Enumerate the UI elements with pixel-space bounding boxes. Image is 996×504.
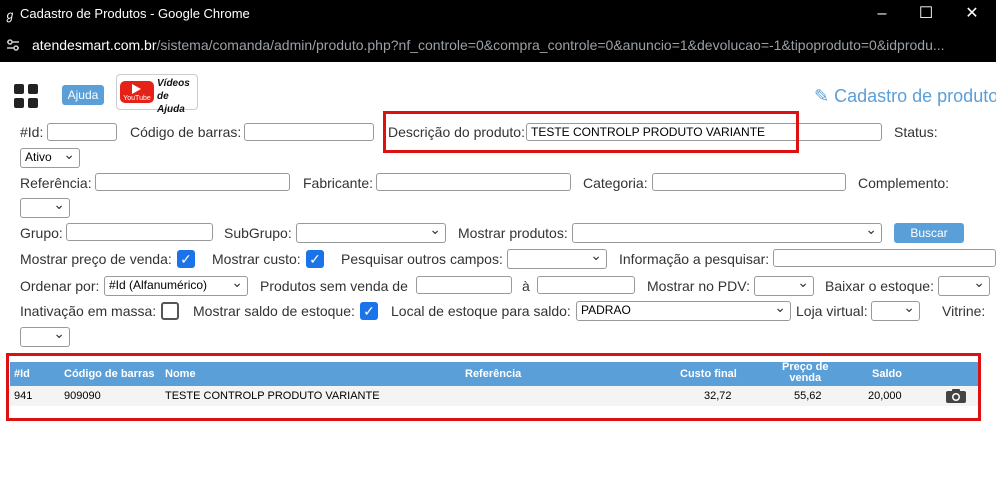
group-input[interactable] xyxy=(66,223,213,241)
manufacturer-input[interactable] xyxy=(376,173,571,191)
virtual-store-label: Loja virtual: xyxy=(796,303,868,319)
complement-label: Complemento: xyxy=(858,175,950,191)
video-help-label-line2: de Ajuda xyxy=(157,91,185,115)
reference-label: Referência: xyxy=(20,175,92,191)
minimize-button[interactable]: – xyxy=(862,2,902,26)
status-select[interactable]: Ativo xyxy=(20,148,80,168)
info-to-search-label: Informação a pesquisar: xyxy=(619,251,770,267)
subgroup-select[interactable] xyxy=(296,223,446,243)
url-host: atendesmart.com.br xyxy=(32,37,157,53)
category-label: Categoria: xyxy=(583,175,648,191)
showcase-label: Vitrine: xyxy=(942,303,986,319)
lower-stock-select[interactable] xyxy=(938,276,990,296)
page-title-text: Cadastro de produto xyxy=(834,86,996,106)
address-bar[interactable]: atendesmart.com.br/sistema/comanda/admin… xyxy=(0,28,996,62)
youtube-icon: YouTube xyxy=(120,81,154,103)
order-by-label: Ordenar por: xyxy=(20,278,100,294)
show-in-pdv-select[interactable] xyxy=(754,276,814,296)
virtual-store-select[interactable] xyxy=(871,301,920,321)
manufacturer-label: Fabricante: xyxy=(303,175,374,191)
apps-grid-icon[interactable] xyxy=(14,84,40,110)
to-label: à xyxy=(522,278,530,294)
complement-select[interactable] xyxy=(20,198,70,218)
page-title: ✎ Cadastro de produto xyxy=(814,86,996,107)
url-text[interactable]: atendesmart.com.br/sistema/comanda/admin… xyxy=(32,37,945,53)
show-cost-label: Mostrar custo: xyxy=(212,251,301,267)
date-to-input[interactable] xyxy=(537,276,635,294)
show-in-pdv-label: Mostrar no PDV: xyxy=(647,278,750,294)
category-input[interactable] xyxy=(652,173,846,191)
youtube-label: YouTube xyxy=(123,95,151,102)
show-products-label: Mostrar produtos: xyxy=(458,225,568,241)
id-input[interactable] xyxy=(47,123,117,141)
search-other-fields-label: Pesquisar outros campos: xyxy=(341,251,503,267)
video-help-label-line1: Vídeos xyxy=(157,78,190,89)
mass-inactivation-checkbox[interactable] xyxy=(161,302,179,320)
site-info-icon[interactable] xyxy=(6,38,20,52)
chrome-app-icon: ℊ xyxy=(4,8,17,22)
show-sale-price-checkbox[interactable]: ✓ xyxy=(177,250,195,268)
browser-title-bar: ℊ Cadastro de Produtos - Google Chrome –… xyxy=(0,0,996,28)
search-button[interactable]: Buscar xyxy=(894,223,964,243)
results-highlight xyxy=(6,353,981,421)
video-help-label: Vídeos de Ajuda xyxy=(157,77,197,116)
lower-stock-label: Baixar o estoque: xyxy=(825,278,934,294)
products-without-sale-label: Produtos sem venda de xyxy=(260,278,408,294)
show-stock-balance-checkbox[interactable]: ✓ xyxy=(360,302,378,320)
subgroup-label: SubGrupo: xyxy=(224,225,292,241)
show-sale-price-label: Mostrar preço de venda: xyxy=(20,251,172,267)
info-to-search-input[interactable] xyxy=(773,249,996,267)
show-products-select[interactable] xyxy=(572,223,882,243)
barcode-input[interactable] xyxy=(244,123,374,141)
url-path: /sistema/comanda/admin/produto.php?nf_co… xyxy=(156,37,945,53)
barcode-label: Código de barras: xyxy=(130,124,242,140)
order-by-select[interactable]: #Id (Alfanumérico) xyxy=(104,276,248,296)
show-stock-balance-label: Mostrar saldo de estoque: xyxy=(193,303,355,319)
description-highlight xyxy=(383,111,799,153)
group-label: Grupo: xyxy=(20,225,63,241)
search-other-fields-select[interactable] xyxy=(507,249,607,269)
edit-icon: ✎ xyxy=(814,86,830,106)
close-button[interactable]: ✕ xyxy=(952,2,992,26)
help-button[interactable]: Ajuda xyxy=(62,85,104,105)
video-help-button[interactable]: YouTube Vídeos de Ajuda xyxy=(116,74,198,115)
page-content: Ajuda YouTube Vídeos de Ajuda ✎ Cadastro… xyxy=(0,62,996,504)
show-cost-checkbox[interactable]: ✓ xyxy=(306,250,324,268)
window-title: Cadastro de Produtos - Google Chrome xyxy=(20,6,250,21)
stock-location-label: Local de estoque para saldo: xyxy=(391,303,571,319)
mass-inactivation-label: Inativação em massa: xyxy=(20,303,157,319)
showcase-select[interactable] xyxy=(20,327,70,347)
date-from-input[interactable] xyxy=(416,276,512,294)
id-label: #Id: xyxy=(20,124,44,140)
status-label: Status: xyxy=(894,124,938,140)
reference-input[interactable] xyxy=(95,173,290,191)
stock-location-select[interactable]: PADRAO xyxy=(576,301,791,321)
maximize-button[interactable]: ☐ xyxy=(906,2,946,26)
